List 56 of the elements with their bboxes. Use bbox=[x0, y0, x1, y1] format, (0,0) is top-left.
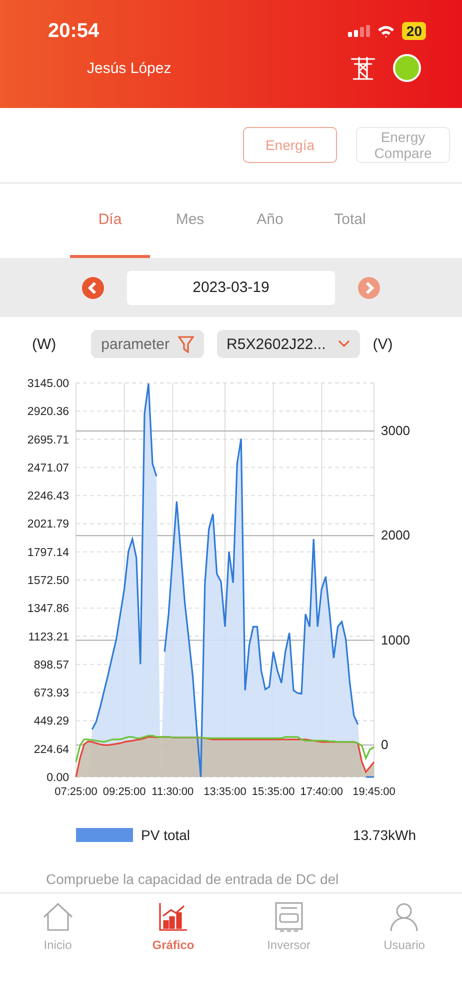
axis-unit: (V) bbox=[372, 336, 393, 352]
y-axis-label: 898.57 bbox=[34, 659, 69, 672]
y-axis-label: 673.93 bbox=[34, 688, 69, 700]
x-axis-label: 15:35:00 bbox=[252, 786, 295, 798]
y-axis-label: 2920.36 bbox=[27, 406, 69, 418]
note-text: Compruebe la capacidad de entrada de DC del bbox=[46, 871, 340, 887]
device-dropdown[interactable]: R5X2602J22... bbox=[216, 330, 360, 358]
y-axis-label: 2246.43 bbox=[27, 490, 69, 503]
clock: 20:54 bbox=[48, 20, 100, 42]
signal-icon bbox=[348, 25, 370, 37]
period-tab[interactable]: Total bbox=[310, 184, 390, 258]
legend-label: PV total bbox=[141, 827, 190, 843]
x-axis-label: 13:35:00 bbox=[204, 786, 246, 798]
y-axis-label: 1123.21 bbox=[28, 631, 69, 644]
x-axis-label: 07:25:00 bbox=[54, 786, 98, 798]
view-toggle-button[interactable]: Energía bbox=[243, 127, 337, 163]
bar-chart-icon bbox=[158, 902, 188, 932]
y-axis-label: 3145.00 bbox=[27, 378, 69, 390]
user-name: Jesús López bbox=[87, 60, 172, 76]
x-axis-label: 09:25:00 bbox=[102, 786, 146, 798]
view-toggle-button[interactable]: Energy Compare bbox=[356, 127, 450, 163]
date-field[interactable]: 2023-03-19 bbox=[127, 270, 335, 304]
y-axis-label: 2695.71 bbox=[27, 434, 69, 446]
battery-indicator: 20 bbox=[402, 22, 426, 40]
y-axis-label: 2471.07 bbox=[27, 462, 69, 474]
user-nav-item[interactable]: Usuario bbox=[384, 902, 425, 952]
x-axis-label: 11:30:00 bbox=[152, 786, 194, 798]
inverter-nav-item[interactable]: Inversor bbox=[267, 902, 310, 952]
period-tab[interactable]: Mes bbox=[150, 184, 230, 258]
period-tab[interactable]: Año bbox=[230, 184, 310, 258]
power-tower-icon[interactable] bbox=[349, 55, 377, 81]
energy-total: 13.73kWh bbox=[352, 827, 416, 843]
y-axis-label: 2000 bbox=[381, 528, 410, 543]
filter-icon bbox=[178, 336, 194, 352]
previous-icon[interactable] bbox=[82, 276, 104, 298]
parameter-filter[interactable]: parameter bbox=[91, 330, 204, 358]
chevron-down-icon bbox=[338, 340, 350, 348]
home-icon bbox=[42, 902, 73, 932]
y-axis-label: 0 bbox=[381, 736, 388, 752]
y-axis-label: 449.29 bbox=[34, 716, 69, 728]
x-axis-label: 17:40:00 bbox=[300, 786, 344, 798]
y-axis-label: 0.00 bbox=[46, 772, 69, 784]
y-axis-label: 1572.50 bbox=[27, 575, 69, 587]
y-axis-label: 1000 bbox=[381, 632, 410, 648]
x-axis-label: 19:45:00 bbox=[352, 786, 396, 798]
y-axis-label: 3000 bbox=[381, 422, 410, 438]
axis-unit: (W) bbox=[32, 336, 56, 352]
y-axis-label: 224.64 bbox=[34, 744, 69, 756]
home-nav-item[interactable]: Inicio bbox=[42, 902, 73, 952]
wifi-icon bbox=[377, 24, 396, 38]
chart-nav-item[interactable]: Gráfico bbox=[152, 902, 194, 952]
y-axis-label: 1797.14 bbox=[27, 546, 69, 559]
inverter-icon bbox=[274, 902, 304, 932]
user-icon bbox=[389, 902, 420, 932]
y-axis-label: 1347.86 bbox=[27, 603, 69, 616]
y-axis-label: 2021.79 bbox=[27, 518, 69, 531]
